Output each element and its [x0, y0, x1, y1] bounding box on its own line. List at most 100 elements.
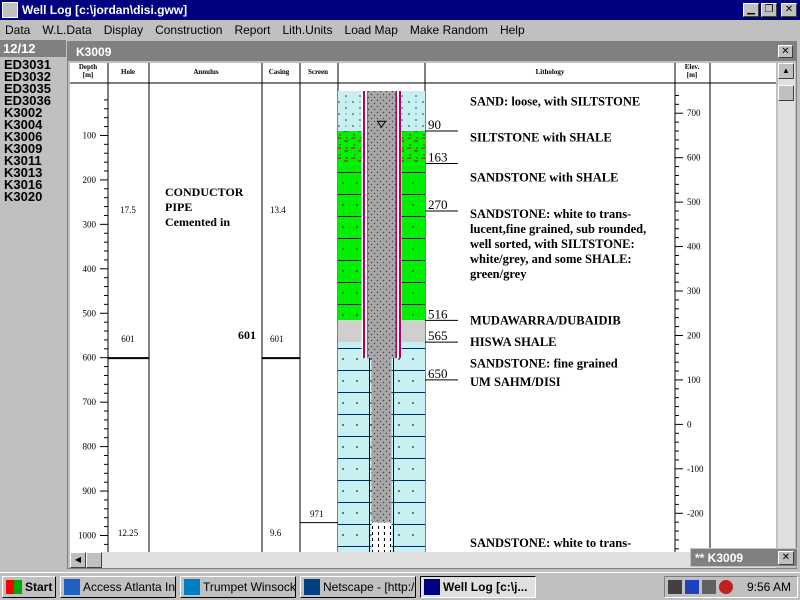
menu-display[interactable]: Display: [98, 23, 149, 37]
hole-diameter-2: 12.25: [118, 528, 139, 538]
annulus-line-1: CONDUCTOR: [165, 185, 244, 199]
well-log-diagram: Depth [m] Hole Annulus Casing Screen Lit…: [70, 63, 776, 552]
menu-make-random[interactable]: Make Random: [404, 23, 494, 37]
menu-help[interactable]: Help: [494, 23, 531, 37]
task-netscape[interactable]: Netscape - [http:/...: [300, 576, 416, 598]
conductor-casing: [367, 91, 396, 359]
task-label: Trumpet Winsock: [203, 580, 296, 594]
lithology-description-line: lucent,fine grained, sub rounded,: [470, 222, 646, 236]
depth-tick-label: 900: [83, 486, 97, 496]
header-casing: Casing: [269, 68, 290, 76]
hole-depth-1: 601: [121, 334, 135, 344]
depth-axis: 100 200 300 400 500 600 700 800 900 1000: [78, 99, 108, 545]
well-list-item[interactable]: K3020: [0, 189, 66, 205]
well-list-counter: 12/12: [0, 40, 66, 57]
task-trumpet-winsock[interactable]: Trumpet Winsock: [180, 576, 296, 598]
task-label: Access Atlanta In...: [83, 580, 176, 594]
start-label: Start: [25, 580, 53, 594]
header-depth: Depth: [79, 63, 97, 71]
network-icon[interactable]: [668, 580, 682, 594]
elevation-tick-label: -100: [687, 464, 704, 474]
close-button[interactable]: ✕: [781, 3, 797, 17]
well-log-canvas: Depth [m] Hole Annulus Casing Screen Lit…: [70, 63, 776, 552]
annulus-line-2: PIPE: [165, 200, 192, 214]
elevation-tick-label: 600: [687, 153, 701, 163]
annulus-depth: 601: [238, 328, 256, 342]
scroll-left-button[interactable]: ◀: [70, 552, 86, 568]
well-list: ED3031 ED3032 ED3035 ED3036 K3002 K3004 …: [0, 57, 66, 567]
app-title-bar[interactable]: Well Log [c:\jordan\disi.gww] ▁ ❐ ✕: [0, 0, 800, 20]
horizontal-scrollbar[interactable]: ◀: [70, 552, 776, 568]
lithology-description-line: well sorted, with SILTSTONE:: [470, 237, 635, 251]
child-close-button[interactable]: ✕: [778, 45, 793, 58]
header-depth-unit: [m]: [83, 71, 94, 79]
unit-depth-label: 650: [428, 366, 448, 381]
start-button[interactable]: Start: [2, 576, 56, 598]
task-well-log[interactable]: Well Log [c:\j...: [420, 576, 536, 598]
minimized-child-title: ** K3009: [695, 550, 744, 565]
elevation-tick-label: 700: [687, 108, 701, 118]
vertical-scrollbar[interactable]: ▲: [778, 63, 795, 552]
monitor-icon[interactable]: [685, 580, 699, 594]
lithology-description-line: UM SAHM/DISI: [470, 375, 561, 389]
casing-diameter-1: 13.4: [270, 205, 286, 215]
elevation-tick-label: 100: [687, 375, 701, 385]
lithology-description-line: SAND: loose, with SILTSTONE: [470, 94, 640, 108]
child-title-bar[interactable]: K3009 ✕: [68, 42, 796, 61]
annulus-line-3: Cemented in: [165, 215, 230, 229]
taskbar: Start Access Atlanta In... Trumpet Winso…: [0, 572, 800, 600]
elevation-tick-label: 300: [687, 286, 701, 296]
header-lithology: Lithology: [536, 68, 565, 76]
production-casing: [371, 358, 392, 523]
menu-load-map[interactable]: Load Map: [339, 23, 404, 37]
well-log-app: Well Log [c:\jordan\disi.gww] ▁ ❐ ✕ Data…: [0, 0, 800, 600]
menu-data[interactable]: Data: [0, 23, 36, 37]
task-label: Well Log [c:\j...: [443, 580, 528, 594]
menu-bar: Data W.L.Data Display Construction Repor…: [0, 20, 800, 39]
depth-tick-label: 600: [83, 353, 97, 363]
maximize-button[interactable]: ❐: [761, 3, 777, 17]
elevation-tick-label: 0: [687, 419, 692, 429]
header-annulus: Annulus: [193, 68, 219, 76]
minimize-button[interactable]: ▁: [743, 3, 759, 17]
task-access-atlanta[interactable]: Access Atlanta In...: [60, 576, 176, 598]
elevation-tick-label: 400: [687, 242, 701, 252]
elevation-axis: 700 600 500 400 300 200 100 0 -100 -200: [675, 94, 704, 550]
header-hole: Hole: [121, 68, 135, 76]
app-title: Well Log [c:\jordan\disi.gww]: [22, 3, 188, 17]
menu-report[interactable]: Report: [228, 23, 276, 37]
unit-depth-label: 270: [428, 197, 448, 212]
unit-depth-labels: 90 163 270 516 565 650: [425, 117, 458, 381]
clock: 9:56 AM: [746, 580, 791, 594]
screen-column: 971: [310, 509, 324, 519]
header-screen: Screen: [308, 68, 328, 76]
elevation-tick-label: 200: [687, 330, 701, 340]
header-elevation: Elev.: [685, 63, 700, 71]
task-label: Netscape - [http:/...: [323, 580, 416, 594]
lithology-description-line: SANDSTONE: white to trans-: [470, 536, 631, 550]
casing-column: 13.4 601 9.6: [270, 205, 286, 538]
menu-construction[interactable]: Construction: [149, 23, 228, 37]
lithology-description-line: HISWA SHALE: [470, 335, 557, 349]
scroll-up-button[interactable]: ▲: [778, 63, 794, 79]
casing-diameter-2: 9.6: [270, 528, 282, 538]
unit-depth-label: 516: [428, 306, 448, 321]
menu-wl-data[interactable]: W.L.Data: [36, 23, 97, 37]
lithology-descriptions: SAND: loose, with SILTSTONE SILTSTONE wit…: [470, 94, 646, 552]
hole-column: 17.5 601 12.25: [118, 205, 139, 538]
depth-tick-label: 100: [83, 130, 97, 140]
minimized-child-window[interactable]: ** K3009 ✕: [690, 548, 798, 567]
unit-depth-label: 565: [428, 328, 448, 343]
unit-depth-label: 90: [428, 117, 441, 132]
minimized-child-close-button[interactable]: ✕: [778, 550, 794, 565]
menu-lith-units[interactable]: Lith.Units: [276, 23, 338, 37]
netscape-icon: [304, 579, 320, 595]
speaker-icon[interactable]: [702, 580, 716, 594]
antivirus-icon[interactable]: [719, 580, 733, 594]
header-elevation-unit: [m]: [687, 71, 698, 79]
scroll-thumb-vertical[interactable]: [778, 85, 794, 101]
scroll-thumb-horizontal[interactable]: [86, 552, 102, 568]
hole-diameter-1: 17.5: [120, 205, 136, 215]
app-system-menu-icon[interactable]: [2, 2, 18, 18]
screen-top-depth: 971: [310, 509, 324, 519]
